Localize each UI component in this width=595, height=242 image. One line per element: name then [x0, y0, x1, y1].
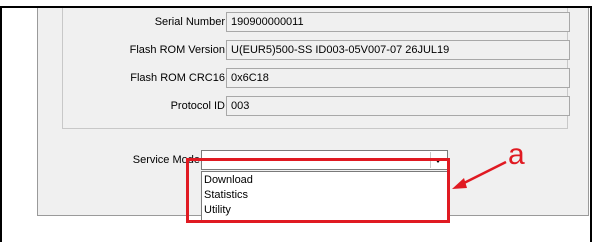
service-mode-label: Service Mode [132, 154, 200, 166]
flash-rom-version-field: U(EUR5)500-SS ID003-05V007-07 26JUL19 [226, 40, 570, 60]
flash-rom-version-label: Flash ROM Version [129, 44, 225, 56]
protocol-id-label: Protocol ID [170, 100, 225, 112]
flash-rom-crc16-label: Flash ROM CRC16 [130, 72, 225, 84]
callout-label: a [508, 138, 525, 171]
device-info-group: Serial Number 190900000011 Flash ROM Ver… [62, 8, 570, 129]
protocol-id-field: 003 [226, 96, 570, 116]
flash-rom-crc16-field: 0x6C18 [226, 68, 570, 88]
serial-number-label: Serial Number [154, 16, 225, 28]
callout-highlight-box [186, 158, 450, 223]
serial-number-field: 190900000011 [226, 12, 570, 32]
